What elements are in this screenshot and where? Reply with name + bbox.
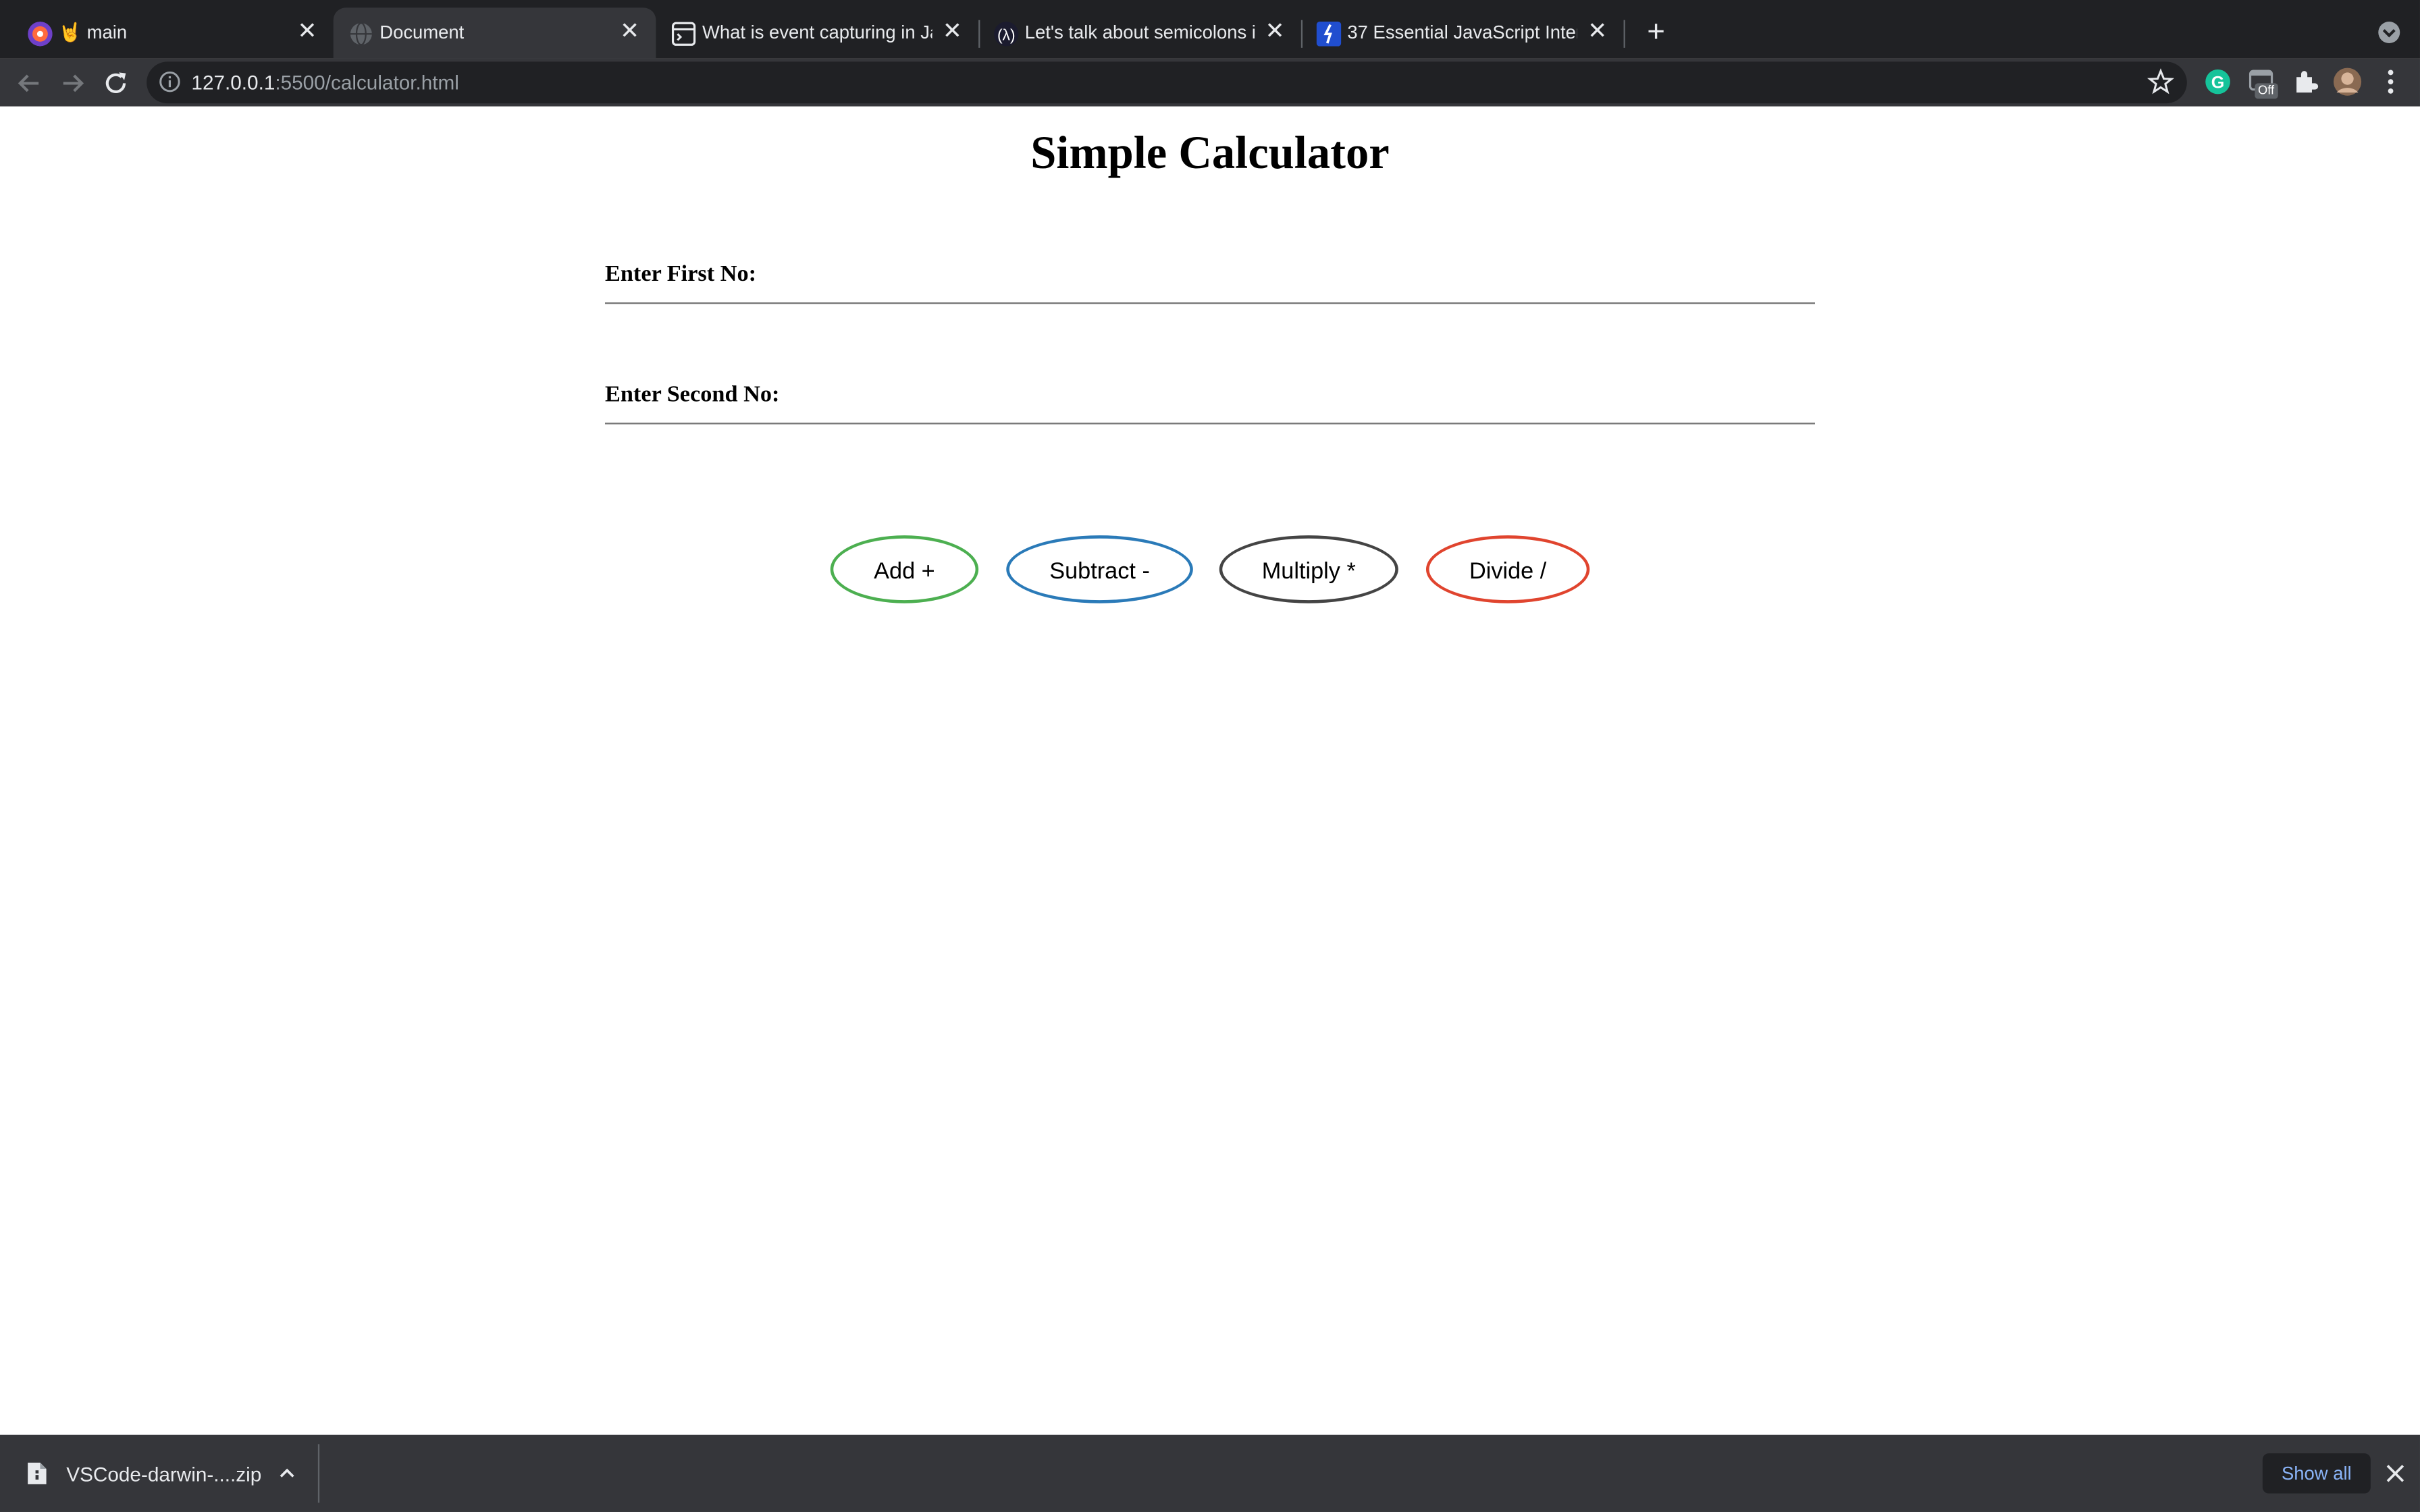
browser-toolbar: 127.0.0.1:5500/calculator.html G Off bbox=[0, 58, 2420, 107]
show-all-button[interactable]: Show all bbox=[2262, 1453, 2371, 1494]
add-button[interactable]: Add + bbox=[830, 535, 979, 603]
globe-icon bbox=[350, 22, 372, 46]
toptal-icon bbox=[1316, 21, 1342, 47]
address-bar[interactable]: 127.0.0.1:5500/calculator.html bbox=[147, 61, 2187, 104]
url-host: 127.0.0.1 bbox=[191, 71, 275, 94]
info-icon[interactable] bbox=[159, 71, 180, 92]
first-number-label: Enter First No: bbox=[604, 262, 757, 288]
page-title: Simple Calculator bbox=[1030, 128, 1390, 180]
github-desktop-icon bbox=[28, 21, 53, 47]
shelf-divider bbox=[317, 1444, 320, 1503]
tab-main[interactable]: 🤘 main ✕ bbox=[12, 7, 333, 58]
tab-title: Document bbox=[379, 21, 465, 43]
puzzle-extensions-icon[interactable] bbox=[2290, 66, 2321, 97]
first-number-input[interactable] bbox=[782, 259, 1815, 300]
browser-window: 🤘 main ✕ Document ✕ What is event captur… bbox=[0, 0, 2420, 1512]
tab-document[interactable]: Document ✕ bbox=[333, 7, 656, 59]
tab-strip: 🤘 main ✕ Document ✕ What is event captur… bbox=[0, 0, 2420, 59]
tab-event-capturing[interactable]: What is event capturing in JavaScript ✕ bbox=[656, 7, 978, 58]
first-number-field: Enter First No: bbox=[604, 256, 1815, 304]
new-tab-button[interactable]: + bbox=[1639, 17, 1673, 51]
svg-text:(λ): (λ) bbox=[997, 26, 1016, 43]
subtract-button[interactable]: Subtract - bbox=[1006, 535, 1193, 603]
tab-title: Let's talk about semicolons in JavaScrip… bbox=[1024, 21, 1255, 43]
kebab-menu-icon[interactable] bbox=[2375, 66, 2406, 97]
extension-badge: Off bbox=[2255, 83, 2278, 99]
chevron-up-icon[interactable] bbox=[275, 1461, 300, 1486]
svg-text:G: G bbox=[2211, 73, 2225, 92]
download-shelf: VSCode-darwin-....zip Show all bbox=[0, 1434, 2420, 1512]
close-icon[interactable]: ✕ bbox=[1261, 18, 1288, 46]
download-file-name[interactable]: VSCode-darwin-....zip bbox=[66, 1463, 261, 1486]
back-icon[interactable] bbox=[12, 66, 46, 100]
url-text: 127.0.0.1:5500/calculator.html bbox=[191, 71, 458, 94]
grammarly-icon[interactable]: G bbox=[2203, 66, 2234, 97]
tab-search-icon[interactable] bbox=[2373, 17, 2404, 48]
second-number-input[interactable] bbox=[782, 379, 1815, 420]
lambda-icon: (λ) bbox=[993, 21, 1019, 47]
tab-title: What is event capturing in JavaScript bbox=[702, 21, 932, 43]
avatar[interactable] bbox=[2332, 66, 2363, 97]
divide-button[interactable]: Divide / bbox=[1425, 535, 1590, 603]
tab-semicolons[interactable]: (λ) Let's talk about semicolons in JavaS… bbox=[978, 7, 1301, 58]
reload-icon[interactable] bbox=[99, 66, 132, 100]
multiply-button[interactable]: Multiply * bbox=[1219, 535, 1398, 603]
close-icon[interactable] bbox=[2383, 1461, 2408, 1486]
url-path: :5500/calculator.html bbox=[275, 71, 459, 94]
tab-interview-questions[interactable]: 37 Essential JavaScript Interview Questi… bbox=[1301, 7, 1624, 58]
page-content: Simple Calculator Enter First No: Enter … bbox=[0, 106, 2420, 1435]
extension-off-button[interactable]: Off bbox=[2247, 66, 2278, 99]
close-icon[interactable]: ✕ bbox=[616, 18, 643, 46]
second-number-label: Enter Second No: bbox=[604, 382, 780, 408]
bookmark-star-icon[interactable] bbox=[2147, 68, 2175, 96]
forward-icon[interactable] bbox=[55, 66, 89, 100]
close-icon[interactable]: ✕ bbox=[293, 18, 321, 46]
tab-title: 🤘 main bbox=[58, 21, 128, 43]
close-icon[interactable]: ✕ bbox=[1583, 18, 1611, 46]
close-icon[interactable]: ✕ bbox=[939, 18, 966, 46]
tab-title: 37 Essential JavaScript Interview Questi… bbox=[1347, 21, 1577, 43]
terminal-page-icon bbox=[671, 22, 696, 46]
file-icon bbox=[28, 1462, 47, 1484]
tab-separator bbox=[1623, 20, 1625, 48]
second-number-field: Enter Second No: bbox=[604, 377, 1815, 425]
